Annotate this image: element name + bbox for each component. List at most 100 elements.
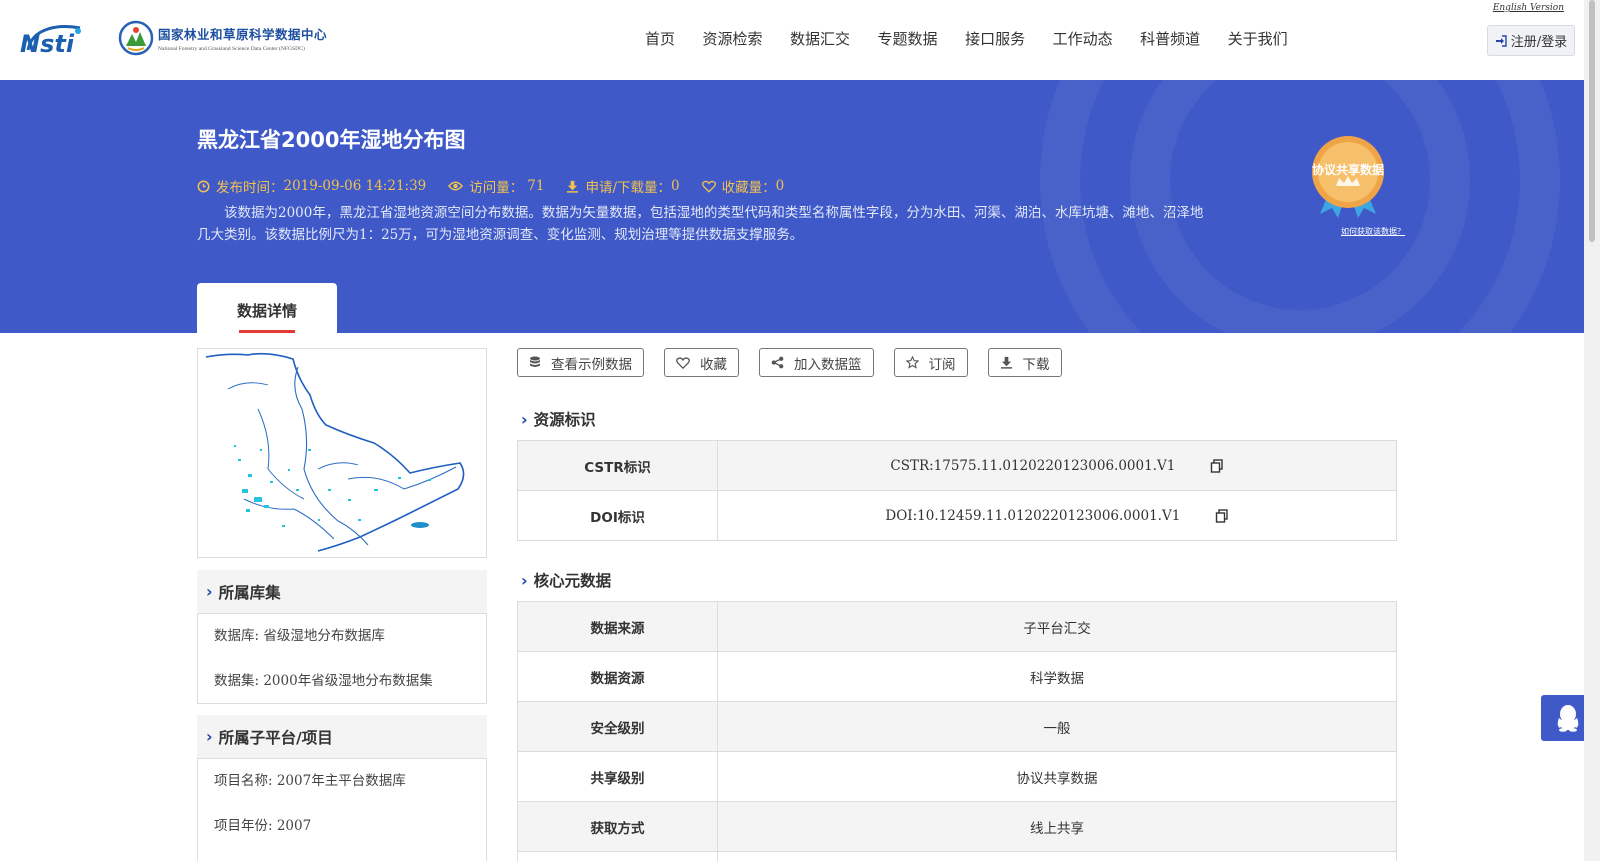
cstr-key: CSTR标识 bbox=[517, 440, 718, 491]
publish-time: 发布时间： 2019-09-06 14:21:39 bbox=[197, 176, 426, 196]
core-meta-header: › 核心元数据 bbox=[521, 569, 611, 591]
heart-icon bbox=[701, 180, 716, 193]
dataset-title: 黑龙江省2000年湿地分布图 bbox=[197, 128, 466, 152]
database-link[interactable]: 数据库: 省级湿地分布数据库 bbox=[198, 614, 486, 659]
chevron-right-icon: › bbox=[521, 570, 528, 590]
tab-data-detail[interactable]: 数据详情 bbox=[197, 283, 337, 333]
resource-id-header: › 资源标识 bbox=[521, 408, 596, 430]
view-sample-label: 查看示例数据 bbox=[551, 356, 632, 373]
nav-science-popular[interactable]: 科普频道 bbox=[1140, 28, 1200, 49]
nav-home[interactable]: 首页 bbox=[645, 28, 675, 49]
chevron-right-icon: › bbox=[206, 727, 213, 746]
download-label: 下载 bbox=[1022, 356, 1050, 373]
download-button[interactable]: 下载 bbox=[987, 348, 1062, 377]
english-version-link[interactable]: English Version bbox=[1493, 3, 1564, 13]
download-count: 申请/下载量： 0 bbox=[566, 176, 680, 196]
meta-key: 获取方式 bbox=[517, 801, 718, 852]
share-level-badge: 协议共享数据 bbox=[1312, 136, 1384, 218]
star-icon bbox=[905, 356, 919, 369]
favorite-label: 收藏 bbox=[700, 356, 727, 373]
dataset-meta: 发布时间： 2019-09-06 14:21:39 访问量： 71 申请/下载量： 0… bbox=[197, 176, 806, 196]
visit-count: 访问量： 71 bbox=[448, 176, 544, 196]
meta-key: 数据来源 bbox=[517, 601, 718, 652]
subscribe-label: 订阅 bbox=[928, 356, 956, 373]
platform-section-header: › 所属子平台/项目 bbox=[197, 715, 487, 758]
doi-key: DOI标识 bbox=[517, 490, 718, 541]
badge-text: 协议共享数据 bbox=[1312, 162, 1384, 177]
nav-news[interactable]: 工作动态 bbox=[1053, 28, 1113, 49]
meta-value: 一般 bbox=[717, 701, 1397, 752]
eye-icon bbox=[448, 181, 464, 191]
page-scrollbar[interactable] bbox=[1584, 0, 1600, 861]
favorite-button[interactable]: 收藏 bbox=[664, 348, 739, 377]
nav-api-service[interactable]: 接口服务 bbox=[965, 28, 1025, 49]
table-row: 共享级别 协议共享数据 bbox=[517, 751, 1397, 802]
scrollbar-thumb[interactable] bbox=[1589, 0, 1595, 242]
library-section-title: 所属库集 bbox=[218, 583, 281, 602]
favorites-label: 收藏量： bbox=[721, 180, 776, 196]
dataset-thumbnail[interactable] bbox=[197, 348, 487, 558]
copy-icon[interactable] bbox=[1215, 509, 1229, 523]
project-name: 项目名称: 2007年主平台数据库 bbox=[214, 773, 406, 789]
library-section-header: › 所属库集 bbox=[197, 570, 487, 613]
chevron-right-icon: › bbox=[206, 582, 213, 601]
nfgsdc-emblem-icon bbox=[118, 20, 154, 56]
dataset-link[interactable]: 数据集: 2000年省级湿地分布数据集 bbox=[198, 659, 486, 704]
nav-data-submission[interactable]: 数据汇交 bbox=[790, 28, 850, 49]
meta-value: 线上共享 bbox=[717, 801, 1397, 852]
favorites-value: 0 bbox=[775, 178, 785, 194]
chevron-right-icon: › bbox=[521, 409, 528, 429]
add-to-basket-label: 加入数据篮 bbox=[794, 356, 862, 373]
login-label: 注册/登录 bbox=[1510, 35, 1568, 50]
meta-value: 子平台汇交 bbox=[717, 601, 1397, 652]
nsti-logo-text: Nsti bbox=[20, 30, 75, 56]
doi-cell: DOI:10.12459.11.0120220123006.0001.V1 bbox=[717, 490, 1397, 541]
share-icon bbox=[771, 356, 784, 369]
resource-id-title: 资源标识 bbox=[533, 411, 596, 429]
visits-value: 71 bbox=[527, 178, 545, 194]
table-row: 数据来源 子平台汇交 bbox=[517, 601, 1397, 652]
heart-icon bbox=[676, 356, 690, 369]
download-icon bbox=[567, 180, 579, 193]
subscribe-button[interactable]: 订阅 bbox=[893, 348, 968, 377]
cstr-value: CSTR:17575.11.0120220123006.0001.V1 bbox=[890, 457, 1176, 474]
resource-id-table: CSTR标识 CSTR:17575.11.0120220123006.0001.… bbox=[517, 440, 1397, 541]
dataset-description: 该数据为2000年，黑龙江省湿地资源空间分布数据。数据为矢量数据，包括湿地的类型… bbox=[197, 205, 1204, 243]
core-meta-title: 核心元数据 bbox=[533, 572, 612, 590]
clock-icon bbox=[197, 180, 210, 192]
active-tab-indicator bbox=[239, 330, 295, 333]
project-year: 项目年份: 2007 bbox=[214, 818, 312, 834]
login-button[interactable]: 注册/登录 bbox=[1487, 25, 1575, 56]
site-header: Nsti 国家林业和草原科学数据中心 National Forestry and… bbox=[0, 0, 1584, 80]
dataset-banner: 黑龙江省2000年湿地分布图 发布时间： 2019-09-06 14:21:39 … bbox=[0, 80, 1584, 333]
meta-key: 数据资源 bbox=[517, 651, 718, 702]
wetland-map-image bbox=[205, 352, 465, 552]
cstr-cell: CSTR:17575.11.0120220123006.0001.V1 bbox=[717, 440, 1397, 491]
platform-section-title: 所属子平台/项目 bbox=[218, 728, 333, 747]
copy-icon[interactable] bbox=[1210, 459, 1224, 473]
database-icon bbox=[530, 356, 540, 367]
nsti-logo[interactable]: Nsti bbox=[18, 22, 98, 60]
meta-value: 科学数据 bbox=[717, 651, 1397, 702]
nav-about[interactable]: 关于我们 bbox=[1228, 28, 1288, 49]
qq-penguin-icon bbox=[1557, 705, 1579, 732]
table-row: CSTR标识 CSTR:17575.11.0120220123006.0001.… bbox=[517, 440, 1397, 491]
view-sample-button[interactable]: 查看示例数据 bbox=[517, 348, 644, 377]
platform-section-body: 项目名称: 2007年主平台数据库 项目年份: 2007 bbox=[197, 758, 487, 861]
table-row: 数据资源 科学数据 bbox=[517, 651, 1397, 702]
center-name-cn: 国家林业和草原科学数据中心 bbox=[158, 27, 328, 42]
sign-in-icon bbox=[1495, 34, 1507, 47]
download-icon bbox=[1000, 356, 1012, 369]
downloads-value: 0 bbox=[671, 178, 680, 194]
nav-topic-data[interactable]: 专题数据 bbox=[878, 28, 938, 49]
favorite-count: 收藏量： 0 bbox=[701, 176, 785, 196]
meta-key: 安全级别 bbox=[517, 701, 718, 752]
table-row bbox=[517, 851, 1397, 861]
action-bar: 查看示例数据 收藏 加入数据篮 订阅 下载 bbox=[517, 348, 1082, 377]
how-to-get-data-link[interactable]: 如何获取该数据？ bbox=[1341, 226, 1405, 237]
nfgsdc-logo[interactable]: 国家林业和草原科学数据中心 National Forestry and Gras… bbox=[118, 20, 327, 56]
nav-resource-search[interactable]: 资源检索 bbox=[703, 28, 763, 49]
tab-data-detail-label: 数据详情 bbox=[236, 302, 297, 320]
publish-label: 发布时间： bbox=[216, 180, 284, 196]
add-to-basket-button[interactable]: 加入数据篮 bbox=[759, 348, 874, 377]
